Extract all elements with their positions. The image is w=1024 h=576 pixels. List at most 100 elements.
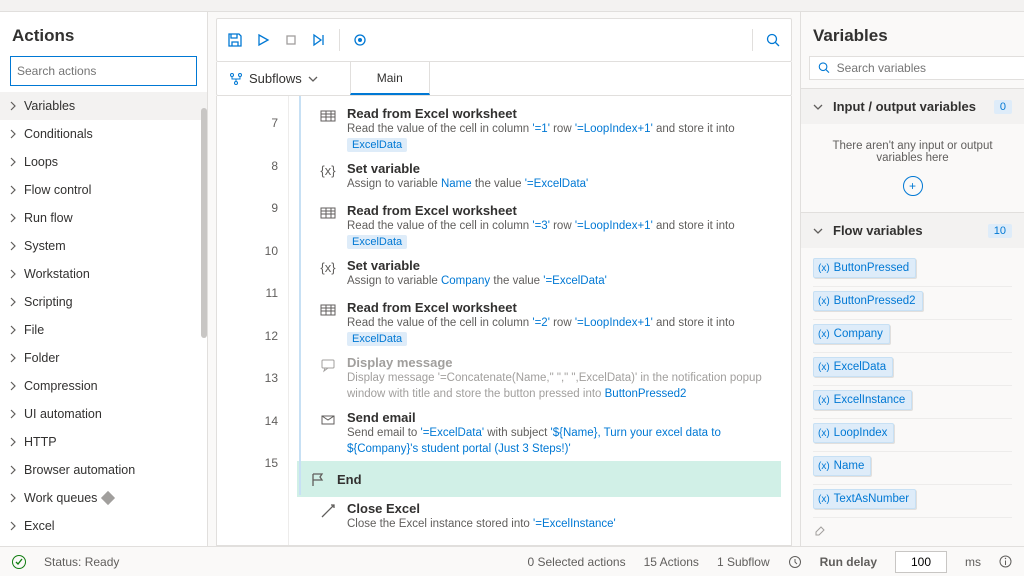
tree-item-loops[interactable]: Loops (0, 148, 207, 176)
action-tree: VariablesConditionalsLoopsFlow controlRu… (0, 92, 207, 546)
chevron-right-icon (8, 241, 18, 251)
excel-icon (319, 203, 337, 250)
flow-step[interactable]: Send emailSend email to '=ExcelData' wit… (295, 406, 781, 461)
tree-item-scripting[interactable]: Scripting (0, 288, 207, 316)
io-variables-section: Input / output variables 0 There aren't … (801, 88, 1024, 212)
tree-item-compression[interactable]: Compression (0, 372, 207, 400)
variable-icon: (x) (818, 329, 830, 340)
chevron-right-icon (8, 157, 18, 167)
variable-chip[interactable]: (x)ButtonPressed (813, 258, 916, 278)
tree-item-workstation[interactable]: Workstation (0, 260, 207, 288)
variable-chip[interactable]: (x)TextAsNumber (813, 489, 916, 509)
flow-step[interactable]: Display messageDisplay message '=Concate… (295, 351, 781, 406)
tree-item-folder[interactable]: Folder (0, 344, 207, 372)
var-icon: {x} (319, 258, 337, 292)
search-actions[interactable] (10, 56, 197, 86)
search-actions-input[interactable] (17, 64, 190, 78)
mail-icon (319, 410, 337, 457)
flow-step[interactable]: Read from Excel worksheetRead the value … (295, 296, 781, 351)
chevron-right-icon (8, 185, 18, 195)
flow-variables-header[interactable]: Flow variables 10 (801, 213, 1024, 248)
info-icon[interactable] (999, 555, 1012, 568)
flow-step[interactable]: Read from Excel worksheetRead the value … (295, 199, 781, 254)
variable-chip[interactable]: (x)ExcelInstance (813, 390, 912, 410)
add-io-variable-button[interactable]: + (903, 176, 923, 196)
line-number: 8 (217, 145, 288, 188)
variable-icon: (x) (818, 362, 830, 373)
line-number: 9 (217, 187, 288, 230)
close-icon (319, 501, 337, 535)
loop-rail (299, 96, 301, 495)
variables-title: Variables (801, 22, 1024, 56)
separator (339, 29, 340, 51)
flow-step[interactable]: {x}Set variableAssign to variable Name t… (295, 157, 781, 199)
tree-item-work-queues[interactable]: Work queues (0, 484, 207, 512)
step-end[interactable]: End (297, 461, 781, 497)
run-button[interactable] (251, 28, 275, 52)
tree-item-ui-automation[interactable]: UI automation (0, 400, 207, 428)
selected-count: 0 Selected actions (528, 555, 626, 569)
variable-chip[interactable]: (x)Company (813, 324, 890, 344)
flow-variables-label: Flow variables (833, 223, 978, 238)
actions-title: Actions (0, 22, 207, 56)
variables-panel: Variables Input / output variables 0 The… (800, 12, 1024, 546)
designer-panel: Subflows Main 789101112131415 Read from … (208, 12, 800, 546)
flow-step[interactable]: Read from Excel worksheetRead the value … (295, 102, 781, 157)
variable-icon: (x) (818, 395, 830, 406)
variable-chip[interactable]: (x)ButtonPressed2 (813, 291, 923, 311)
search-variables[interactable] (809, 56, 1024, 80)
subflow-icon (229, 72, 243, 86)
actions-panel: Actions VariablesConditionalsLoopsFlow c… (0, 12, 208, 546)
line-number: 7 (217, 102, 288, 145)
io-variables-header[interactable]: Input / output variables 0 (801, 89, 1024, 124)
tree-item-excel[interactable]: Excel (0, 512, 207, 540)
tree-item-system[interactable]: System (0, 232, 207, 260)
io-empty-text: There aren't any input or output variabl… (813, 134, 1012, 170)
chevron-right-icon (8, 325, 18, 335)
ms-label: ms (965, 555, 981, 569)
chevron-right-icon (8, 101, 18, 111)
subflows-count: 1 Subflow (717, 555, 770, 569)
save-button[interactable] (223, 28, 247, 52)
io-variables-label: Input / output variables (833, 99, 984, 114)
flow-step[interactable]: {x}Set variableAssign to variable Compan… (295, 254, 781, 296)
line-number: 14 (217, 400, 288, 443)
tree-item-conditionals[interactable]: Conditionals (0, 120, 207, 148)
tab-main[interactable]: Main (350, 62, 430, 95)
chevron-right-icon (8, 521, 18, 531)
variable-chip[interactable]: (x)ExcelData (813, 357, 893, 377)
variable-icon: (x) (818, 296, 830, 307)
clock-icon (788, 555, 802, 569)
flow-step[interactable]: Close ExcelClose the Excel instance stor… (295, 497, 781, 539)
variable-icon: (x) (818, 494, 830, 505)
eraser-icon[interactable] (813, 522, 827, 536)
var-icon: {x} (319, 161, 337, 195)
tree-item-file[interactable]: File (0, 316, 207, 344)
stop-button[interactable] (279, 28, 303, 52)
run-delay-input[interactable] (895, 551, 947, 573)
chevron-right-icon (8, 213, 18, 223)
tree-item-variables[interactable]: Variables (0, 92, 207, 120)
subflow-bar: Subflows Main (216, 62, 792, 96)
tree-item-word[interactable]: Word (0, 540, 207, 546)
search-icon (818, 61, 831, 75)
run-delay-label: Run delay (820, 555, 877, 569)
scrollbar[interactable] (201, 108, 207, 338)
tree-item-browser-automation[interactable]: Browser automation (0, 456, 207, 484)
search-variables-input[interactable] (837, 61, 1016, 75)
step-button[interactable] (307, 28, 331, 52)
search-flow-button[interactable] (761, 28, 785, 52)
line-number: 11 (217, 272, 288, 315)
record-button[interactable] (348, 28, 372, 52)
variable-chip[interactable]: (x)Name (813, 456, 871, 476)
subflows-dropdown[interactable]: Subflows (217, 62, 330, 95)
tree-item-flow-control[interactable]: Flow control (0, 176, 207, 204)
tree-item-http[interactable]: HTTP (0, 428, 207, 456)
chevron-right-icon (8, 465, 18, 475)
chevron-down-icon (813, 226, 823, 236)
tree-item-run-flow[interactable]: Run flow (0, 204, 207, 232)
variable-chip[interactable]: (x)LoopIndex (813, 423, 894, 443)
premium-icon (101, 491, 115, 505)
chevron-right-icon (8, 381, 18, 391)
line-number: 12 (217, 315, 288, 358)
